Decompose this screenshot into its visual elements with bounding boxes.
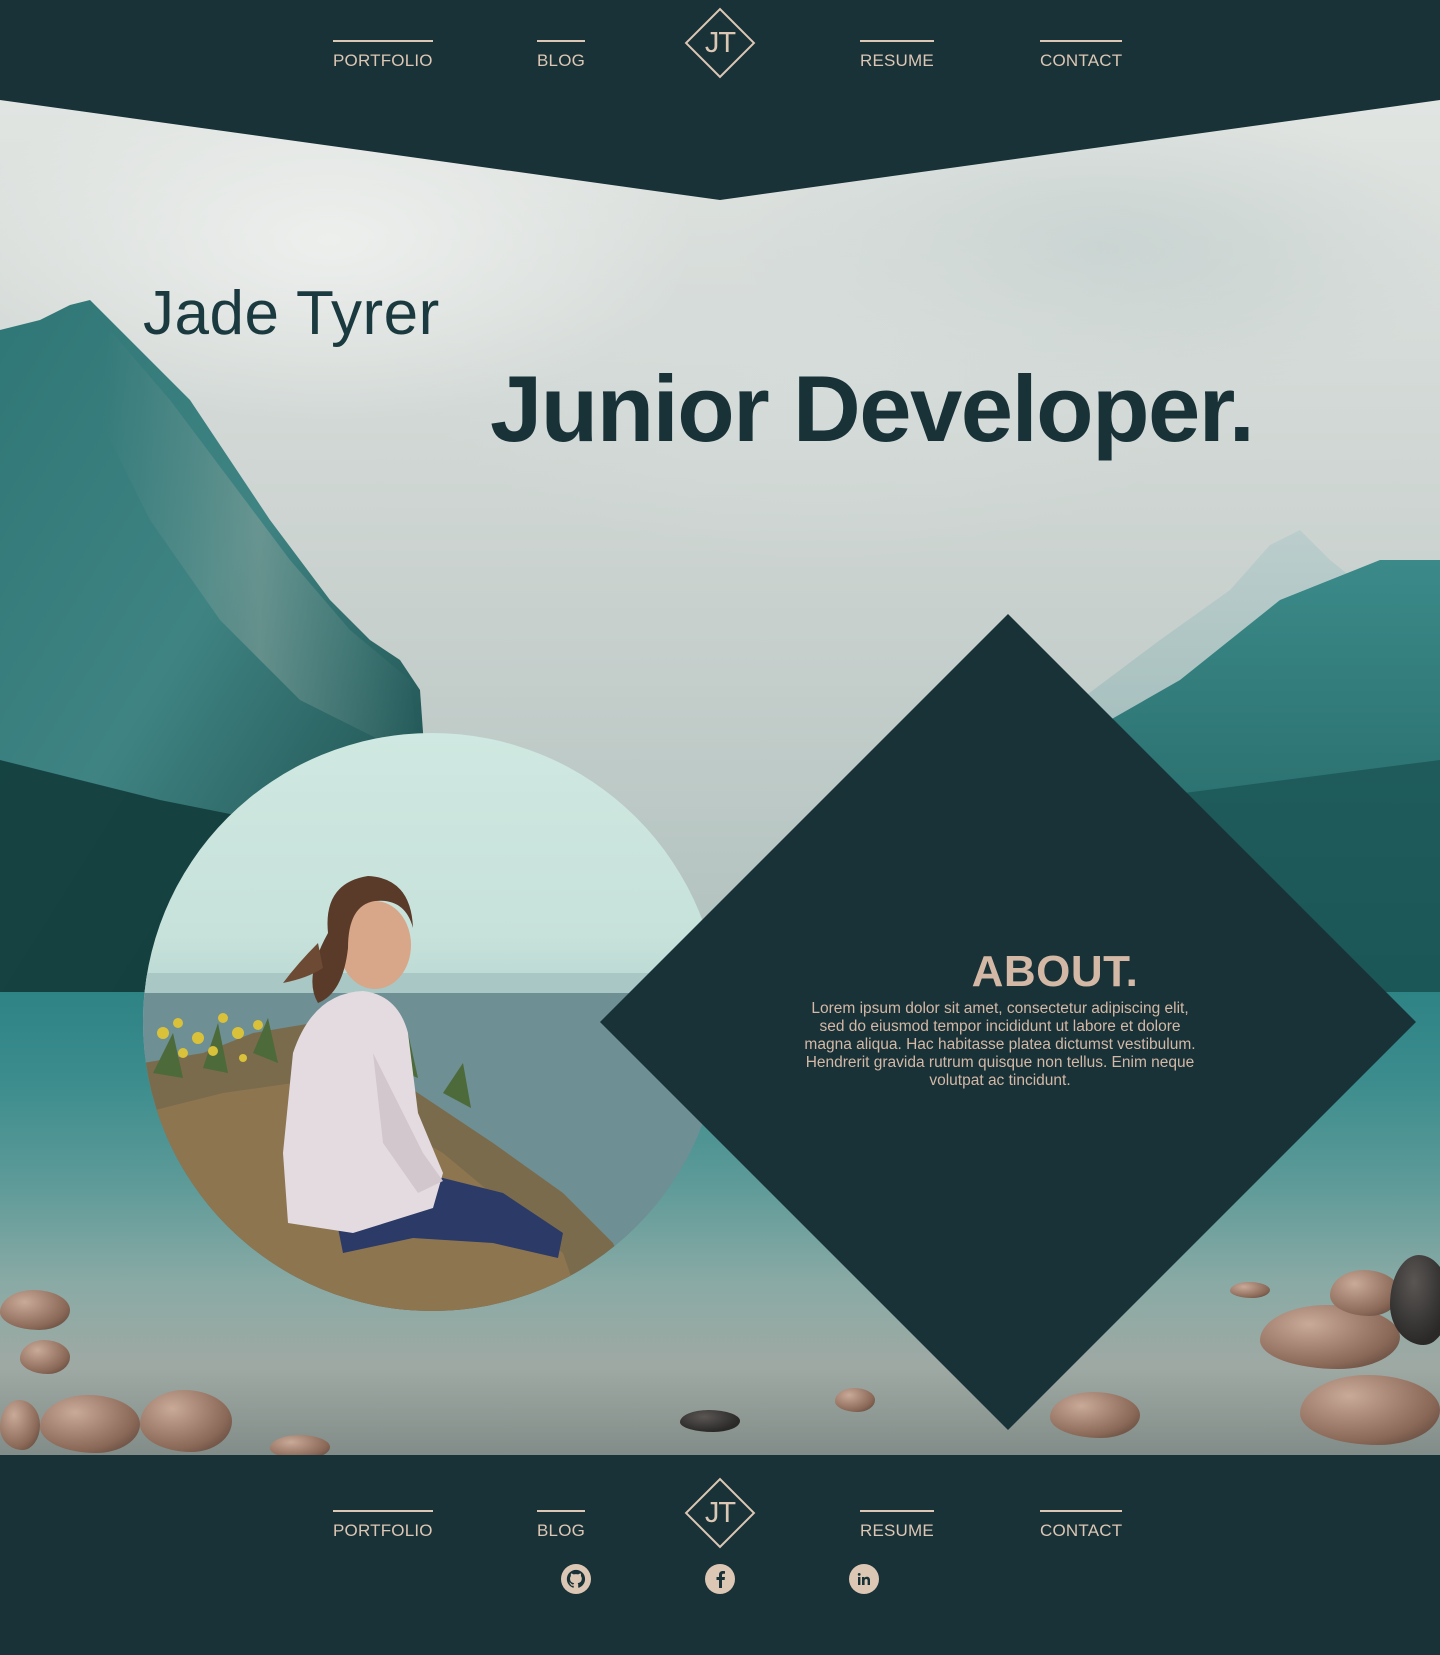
nav-contact[interactable]: CONTACT — [1040, 40, 1123, 69]
rock — [0, 1290, 70, 1330]
linkedin-glyph-icon — [857, 1573, 870, 1585]
footer-logo[interactable]: JT — [682, 1475, 758, 1551]
github-glyph-icon — [566, 1569, 586, 1588]
nav-resume[interactable]: RESUME — [860, 40, 934, 69]
hero-headline: Junior Developer. — [490, 356, 1255, 461]
rock — [20, 1340, 70, 1374]
rock — [0, 1400, 40, 1450]
facebook-icon[interactable] — [705, 1564, 735, 1594]
facebook-glyph-icon — [716, 1571, 725, 1588]
footer-nav-blog[interactable]: BLOG — [537, 1510, 586, 1539]
github-icon[interactable] — [561, 1564, 591, 1594]
nav-blog[interactable]: BLOG — [537, 40, 586, 69]
about-title: ABOUT. — [971, 947, 1139, 996]
linkedin-icon[interactable] — [849, 1564, 879, 1594]
rock — [140, 1390, 232, 1452]
hero-name: Jade Tyrer — [143, 279, 440, 348]
footer: PORTFOLIO BLOG JT RESUME CONTACT — [0, 1455, 1440, 1655]
about-body: Lorem ipsum dolor sit amet, consectetur … — [804, 1000, 1196, 1089]
logo[interactable]: JT — [682, 5, 758, 81]
footer-nav-resume[interactable]: RESUME — [860, 1510, 934, 1539]
nav-portfolio[interactable]: PORTFOLIO — [333, 40, 433, 69]
rock — [40, 1395, 140, 1453]
footer-nav-portfolio[interactable]: PORTFOLIO — [333, 1510, 433, 1539]
rock — [270, 1435, 330, 1455]
logo-text: JT — [704, 26, 736, 59]
footer-nav-contact[interactable]: CONTACT — [1040, 1510, 1123, 1539]
footer-logo-text: JT — [704, 1496, 736, 1529]
